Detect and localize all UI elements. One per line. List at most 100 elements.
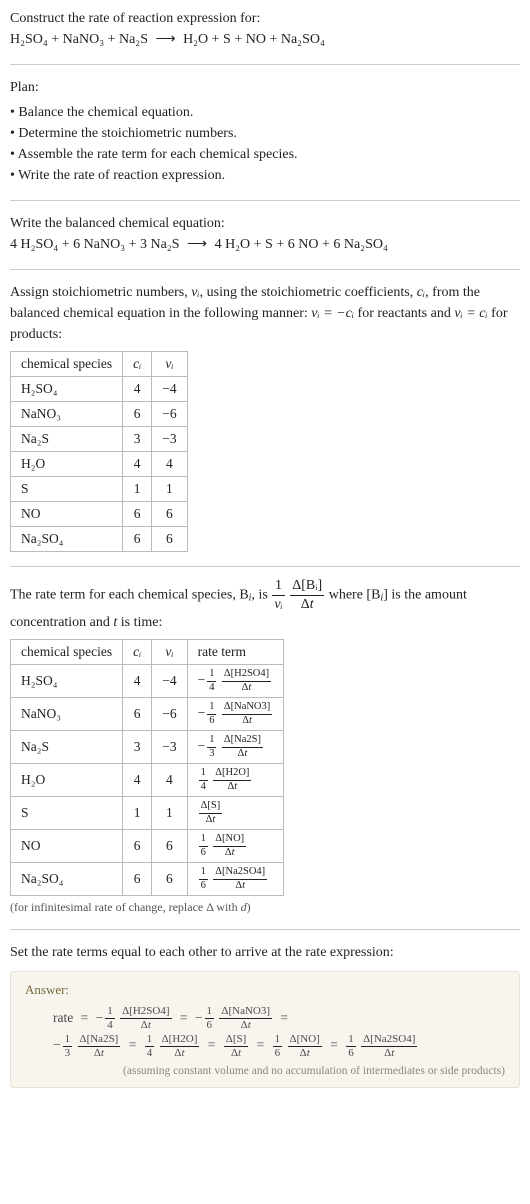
sign: − <box>198 705 206 720</box>
table-row: NO66 <box>11 502 188 527</box>
col-nu: νᵢ <box>152 640 187 665</box>
cell-c: 6 <box>123 402 152 427</box>
fraction-den: Δt <box>222 682 271 694</box>
sign: − <box>53 1037 61 1052</box>
rateterm-section: The rate term for each chemical species,… <box>10 579 520 633</box>
reaction-arrow: ⟶ <box>187 237 207 252</box>
table-row: H₂O44 <box>11 452 188 477</box>
cell-c: 3 <box>123 427 152 452</box>
cell-nu: −6 <box>152 698 187 731</box>
table-row: NaNO₃ 6 −6 −16 Δ[NaNO3]Δt <box>11 698 284 731</box>
cell-nu: 4 <box>152 764 187 797</box>
fraction-num: 1 <box>273 1034 283 1047</box>
fraction-num: Δ[NO] <box>288 1034 322 1047</box>
answer-label: Answer: <box>25 982 505 998</box>
cell-rateterm: −16 Δ[NaNO3]Δt <box>187 698 284 731</box>
rateterm-text: is time: <box>117 615 162 630</box>
reaction-arrow: ⟶ <box>155 32 175 47</box>
table-row: S11 <box>11 477 188 502</box>
final-intro: Set the rate terms equal to each other t… <box>10 942 520 963</box>
equals-sign: = <box>257 1037 265 1052</box>
nu-symbol: νᵢ <box>191 285 199 300</box>
fraction-den: 4 <box>199 781 208 793</box>
cell-c: 4 <box>123 452 152 477</box>
divider <box>10 269 520 270</box>
fraction-num: 1 <box>207 735 216 748</box>
fraction-den: Δt <box>288 1047 322 1059</box>
fraction-num: Δ[Na2S] <box>222 735 263 748</box>
cell-nu: 1 <box>152 797 187 830</box>
fraction-num: Δ[H2O] <box>160 1034 200 1047</box>
table-row: Na₂S3−3 <box>11 427 188 452</box>
fraction-den: 6 <box>199 880 208 892</box>
fraction-den: Δt <box>290 596 324 612</box>
rateterm-text: , is <box>251 588 271 603</box>
cell-nu: 1 <box>152 477 187 502</box>
fraction-den: 6 <box>346 1047 356 1059</box>
table-row: H₂O 4 4 14 Δ[H2O]Δt <box>11 764 284 797</box>
cell-c: 6 <box>123 527 152 552</box>
fraction-den: Δt <box>222 715 272 727</box>
cell-c: 6 <box>123 502 152 527</box>
cell-nu: 6 <box>152 502 187 527</box>
fraction-num: Δ[H2O] <box>213 768 251 781</box>
cell-c: 1 <box>123 797 152 830</box>
fraction-den: 6 <box>205 1019 215 1031</box>
fraction-den: 6 <box>199 847 208 859</box>
equals-sign: = <box>129 1037 137 1052</box>
cell-nu: −4 <box>152 377 187 402</box>
fraction-num: Δ[NaNO3] <box>219 1006 272 1019</box>
fraction-num: Δ[S] <box>224 1034 249 1047</box>
stoich-text: for reactants and <box>354 306 454 321</box>
fraction-den: Δt <box>160 1047 200 1059</box>
answer-box: Answer: rate = −14 Δ[H2SO4]Δt = −16 Δ[Na… <box>10 971 520 1088</box>
rate-term-formula: Δ[Bᵢ] Δt <box>290 579 324 612</box>
fraction-num: 1 <box>199 867 208 880</box>
table-row: S 1 1 Δ[S]Δt <box>11 797 284 830</box>
fraction-num: 1 <box>272 579 284 596</box>
plan-item: Write the rate of reaction expression. <box>10 165 520 186</box>
cell-sp: NO <box>11 830 123 863</box>
sign: − <box>198 738 206 753</box>
intro-section: Construct the rate of reaction expressio… <box>10 8 520 50</box>
fraction-den: Δt <box>78 1047 121 1059</box>
divider <box>10 64 520 65</box>
table-row: H₂SO₄4−4 <box>11 377 188 402</box>
fraction-num: Δ[NaNO3] <box>222 702 272 715</box>
equals-sign: = <box>280 1010 288 1025</box>
table-row: NaNO₃6−6 <box>11 402 188 427</box>
cell-sp: Na₂SO₄ <box>11 863 123 896</box>
cell-c: 6 <box>123 830 152 863</box>
fraction-den: 4 <box>105 1019 115 1031</box>
balanced-left: 4 H₂SO₄ + 6 NaNO₃ + 3 Na₂S <box>10 237 179 252</box>
cell-c: 1 <box>123 477 152 502</box>
fraction-den: 4 <box>207 682 216 694</box>
col-rateterm: rate term <box>187 640 284 665</box>
cell-nu: 6 <box>152 863 187 896</box>
cell-sp: NO <box>11 502 123 527</box>
fraction-num: Δ[Na2SO4] <box>213 867 267 880</box>
plan-item: Assemble the rate term for each chemical… <box>10 144 520 165</box>
stoich-rel: νᵢ = −cᵢ <box>311 306 354 321</box>
cell-sp: S <box>11 797 123 830</box>
cell-nu: −4 <box>152 665 187 698</box>
col-species: chemical species <box>11 352 123 377</box>
rateterm-text: where [B <box>329 588 381 603</box>
fraction-num: Δ[S] <box>199 801 223 814</box>
cell-rateterm: −14 Δ[H2SO4]Δt <box>187 665 284 698</box>
cell-c: 4 <box>123 665 152 698</box>
fraction-num: Δ[Na2S] <box>78 1034 121 1047</box>
rate-expression: rate = −14 Δ[H2SO4]Δt = −16 Δ[NaNO3]Δt =… <box>25 1004 505 1059</box>
cell-sp: S <box>11 477 123 502</box>
fraction-den: 6 <box>207 715 216 727</box>
cell-sp: NaNO₃ <box>11 698 123 731</box>
sign: − <box>198 672 206 687</box>
intro-eq-right: H₂O + S + NO + Na₂SO₄ <box>183 32 325 47</box>
balanced-equation: 4 H₂SO₄ + 6 NaNO₃ + 3 Na₂S ⟶ 4 H₂O + S +… <box>10 234 520 255</box>
fraction-num: 1 <box>105 1006 115 1019</box>
col-c: cᵢ <box>123 640 152 665</box>
fraction-num: 1 <box>145 1034 155 1047</box>
divider <box>10 566 520 567</box>
stoich-text: Assign stoichiometric numbers, <box>10 285 191 300</box>
stoich-section: Assign stoichiometric numbers, νᵢ, using… <box>10 282 520 345</box>
